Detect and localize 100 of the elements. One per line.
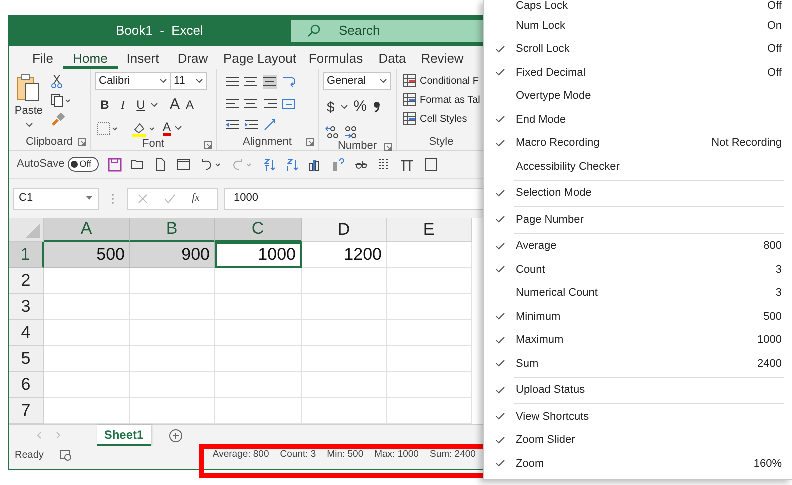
decrease-decimal-icon[interactable] [343, 124, 357, 138]
menu-item[interactable]: Zoom 160% [484, 452, 792, 476]
styles-button[interactable]: Cell Styles [403, 111, 486, 127]
table-cell[interactable] [215, 372, 302, 398]
dialog-launcher-icon[interactable] [204, 140, 212, 148]
table-cell[interactable] [302, 346, 387, 372]
ribbon-tab[interactable]: Page Layout [218, 46, 302, 69]
document-icon[interactable] [154, 158, 168, 172]
menu-item[interactable]: Overtype Mode [484, 84, 792, 108]
menu-item[interactable]: Caps Lock Off [484, 0, 792, 14]
menu-item[interactable]: Average 800 [484, 234, 792, 258]
paste-button[interactable]: Paste [13, 73, 45, 134]
number-format-dropdown[interactable]: General [323, 72, 391, 90]
menu-item[interactable]: Sum 2400 [484, 352, 792, 376]
table-cell[interactable] [302, 372, 387, 398]
check-icon[interactable] [164, 194, 176, 204]
row-header[interactable]: 2 [9, 268, 44, 294]
search-icon[interactable] [307, 24, 321, 38]
ribbon-tab[interactable]: Formulas [302, 46, 370, 69]
fill-color-icon[interactable] [131, 120, 157, 136]
styles-button[interactable]: Conditional F [403, 73, 486, 89]
table-cell[interactable] [44, 346, 130, 372]
chart-help-icon[interactable] [330, 158, 345, 172]
table-cell[interactable]: 500 [44, 242, 130, 268]
styles-button[interactable]: Format as Tal [403, 92, 486, 108]
table-cell[interactable] [387, 398, 472, 424]
increase-indent-icon[interactable] [244, 118, 258, 132]
undo-icon[interactable] [200, 158, 222, 172]
orientation-icon[interactable] [263, 118, 277, 132]
menu-item[interactable]: Minimum 500 [484, 305, 792, 328]
table-cell[interactable]: 900 [130, 242, 215, 268]
autosave-toggle[interactable]: Off [68, 157, 99, 172]
ribbon-tab[interactable]: Draw [168, 46, 218, 69]
menu-item[interactable]: Macro Recording Not Recording [484, 132, 792, 155]
redo-icon[interactable] [230, 158, 253, 172]
ribbon-tab[interactable]: File [23, 46, 63, 69]
align-right-icon[interactable] [263, 96, 277, 111]
table-cell[interactable] [215, 294, 302, 320]
frame-icon[interactable] [422, 158, 437, 172]
bar-chart-icon[interactable] [308, 158, 322, 172]
table-cell[interactable] [387, 372, 472, 398]
table-cell[interactable] [302, 268, 387, 294]
table-cell[interactable] [130, 372, 215, 398]
decrease-indent-icon[interactable] [225, 118, 239, 132]
window-icon[interactable] [176, 158, 191, 172]
dialog-launcher-icon[interactable] [384, 142, 392, 150]
bold-button[interactable]: B [99, 96, 111, 114]
comma-style-icon[interactable] [373, 101, 382, 114]
sheet-tab[interactable]: Sheet1 [97, 425, 151, 446]
table-cell[interactable] [302, 320, 387, 346]
table-cell[interactable] [387, 268, 472, 294]
add-sheet-icon[interactable] [169, 428, 183, 442]
column-header[interactable]: C [215, 218, 302, 242]
insert-function-button[interactable]: fx [192, 190, 200, 207]
merge-icon[interactable] [282, 96, 296, 111]
table-cell[interactable] [215, 268, 302, 294]
copy-icon[interactable] [51, 94, 71, 108]
borders-icon[interactable] [97, 122, 119, 136]
row-header[interactable]: 1 [9, 242, 44, 268]
italic-button[interactable]: I [117, 96, 129, 114]
sort-descending-icon[interactable] [284, 158, 299, 172]
scissors-icon[interactable] [51, 75, 63, 89]
align-center-icon[interactable] [244, 96, 258, 111]
dialog-launcher-icon[interactable] [78, 138, 86, 146]
table-cell[interactable]: 1200 [302, 242, 387, 268]
ribbon-tab[interactable]: Insert [118, 46, 168, 69]
font-color-button[interactable]: A [163, 121, 182, 136]
shrink-font-button[interactable]: A [186, 96, 194, 114]
align-top-icon[interactable] [225, 75, 239, 89]
column-header[interactable]: A [44, 218, 130, 242]
row-header[interactable]: 7 [9, 398, 44, 424]
table-cell[interactable] [387, 346, 472, 372]
row-header[interactable]: 6 [9, 372, 44, 398]
table-cell[interactable] [44, 398, 130, 424]
sort-ascending-icon[interactable] [262, 158, 276, 172]
font-name-dropdown[interactable]: Calibri [95, 72, 171, 90]
table-cell[interactable]: 1000 [215, 242, 302, 268]
table-cell[interactable] [130, 294, 215, 320]
menu-item[interactable]: Fixed Decimal Off [484, 61, 792, 84]
table-cell[interactable] [215, 346, 302, 372]
table-cell[interactable] [44, 294, 130, 320]
font-size-dropdown[interactable]: 11 [171, 72, 207, 90]
grow-font-button[interactable]: A [170, 94, 180, 116]
menu-item[interactable]: Count 3 [484, 258, 792, 282]
table-cell[interactable] [387, 294, 472, 320]
table-cell[interactable] [302, 398, 387, 424]
menu-item[interactable]: Upload Status [484, 378, 792, 402]
table-cell[interactable] [387, 242, 472, 268]
menu-item[interactable]: Maximum 1000 [484, 328, 792, 352]
row-header[interactable]: 3 [9, 294, 44, 320]
table-cell[interactable] [130, 398, 215, 424]
currency-button[interactable]: $ [327, 96, 335, 118]
align-left-icon[interactable] [225, 96, 239, 111]
ribbon-tab[interactable]: Data [370, 46, 415, 69]
table-cell[interactable] [215, 320, 302, 346]
row-header[interactable]: 4 [9, 320, 44, 346]
table-cell[interactable] [130, 320, 215, 346]
table-cell[interactable] [130, 346, 215, 372]
pi-icon[interactable] [400, 158, 414, 172]
cancel-icon[interactable] [138, 194, 148, 204]
